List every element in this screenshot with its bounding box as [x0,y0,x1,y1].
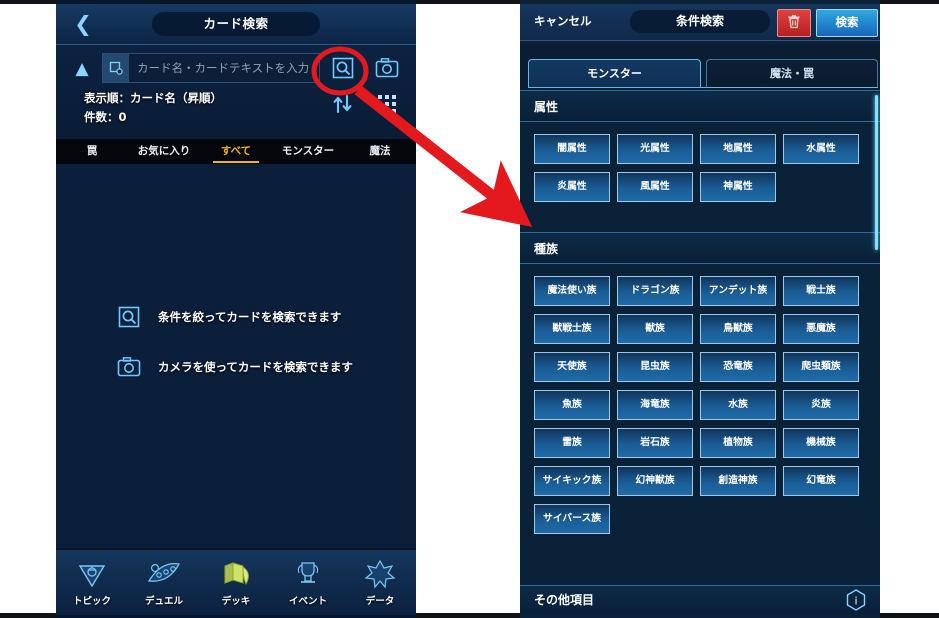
tab-trap[interactable]: 罠 [56,139,128,164]
type-chip-10[interactable]: 恐竜族 [700,352,776,382]
camera-icon[interactable] [372,53,402,83]
type-chip-14[interactable]: 水族 [700,390,776,420]
nav-item-topic[interactable]: トピック [56,550,128,615]
type-chip-6[interactable]: 鳥獣族 [700,314,776,344]
tab-all[interactable]: すべて [200,139,272,164]
tab-favorite[interactable]: お気に入り [128,139,200,164]
section-header-type: 種族 [520,232,880,264]
section-header-attribute: 属性 [520,90,880,122]
topic-icon [77,558,107,590]
attribute-chip-3[interactable]: 水属性 [783,134,859,164]
nav-label-topic: トピック [72,596,111,607]
search-meta: 表示順：カード名（昇順） 件数：0 [84,89,222,127]
right-phone-panel: キャンセル 条件検索 検索 モンスター 魔法・罠 属性 闇属性 光属性 地属性 水属性… [520,0,880,618]
type-chip-19[interactable]: 機械族 [783,428,859,458]
nav-label-data: データ [365,596,395,607]
hint-filter-search: 条件を絞ってカードを検索できます [116,304,341,330]
type-chip-17[interactable]: 岩石族 [617,428,693,458]
attribute-chip-4[interactable]: 炎属性 [534,172,610,202]
attribute-chip-2[interactable]: 地属性 [700,134,776,164]
back-chevron-icon[interactable]: ❮ [72,13,94,35]
empty-results-area: 条件を絞ってカードを検索できます カメラを使ってカードを検索できます [56,164,416,548]
type-chip-24[interactable]: サイバース族 [534,504,610,534]
tab-monster[interactable]: モンスター [272,139,344,164]
attribute-chip-5[interactable]: 風属性 [617,172,693,202]
nav-item-duel[interactable]: デュエル [128,550,200,615]
nav-item-event[interactable]: イベント [272,550,344,615]
left-titlebar: ❮ カード検索 [56,4,416,45]
type-chip-11[interactable]: 爬虫類族 [783,352,859,382]
cancel-button[interactable]: キャンセル [534,13,592,29]
camera-icon [116,354,142,380]
type-chip-0[interactable]: 魔法使い族 [534,276,610,306]
deck-icon [219,558,253,590]
conditions-scroll-area[interactable]: 属性 闇属性 光属性 地属性 水属性炎属性 風属性 神属性 種族 魔法使い族 ドラゴン族 アン… [520,90,880,585]
search-input-placeholder: カード名・カードテキストを入力 [137,61,310,75]
search-input[interactable]: カード名・カードテキストを入力 [102,53,320,83]
type-chip-8[interactable]: 天使族 [534,352,610,382]
condition-search-title: 条件検索 [630,10,770,33]
sort-updown-icon[interactable] [328,89,358,119]
type-chip-3[interactable]: 戦士族 [783,276,859,306]
nav-item-data[interactable]: データ [344,550,416,615]
duel-icon [147,558,181,590]
tab-spell-trap[interactable]: 魔法・罠 [706,59,878,88]
type-chip-16[interactable]: 雷族 [534,428,610,458]
search-filter-icon [116,304,142,330]
left-phone-panel: ❮ カード検索 ▲ カード名・カードテキストを入力 表示順：カード名（昇順） 件… [56,0,416,618]
type-chip-5[interactable]: 獣族 [617,314,693,344]
svg-text:i: i [854,595,857,608]
type-chip-13[interactable]: 海竜族 [617,390,693,420]
sort-order-label: 表示順：カード名（昇順） [84,91,222,105]
result-count-label: 件数：0 [84,110,127,124]
type-chip-12[interactable]: 魚族 [534,390,610,420]
tab-monster[interactable]: モンスター [528,59,701,88]
attribute-chip-6[interactable]: 神属性 [700,172,776,202]
card-type-tab-bar: モンスター 魔法・罠 [520,41,880,89]
attribute-chip-1[interactable]: 光属性 [617,134,693,164]
hint-camera-search: カメラを使ってカードを検索できます [116,354,353,380]
bottom-navigation-bar: トピック デュエル デッキ イベント データ [56,548,416,615]
tab-underline [528,87,878,88]
grid-view-icon[interactable] [372,89,402,119]
filter-tab-bar: 罠 お気に入り すべて モンスター 魔法 [56,139,416,164]
collapse-chevron-up-icon[interactable]: ▲ [70,59,94,79]
trash-button[interactable] [777,9,811,37]
type-chip-21[interactable]: 幻神獣族 [617,466,693,496]
type-chip-15[interactable]: 炎族 [783,390,859,420]
data-icon [364,558,396,590]
other-items-footer[interactable]: その他項目 i [520,585,880,614]
info-icon[interactable]: i [844,588,868,612]
type-chip-7[interactable]: 悪魔族 [783,314,859,344]
nav-item-deck[interactable]: デッキ [200,550,272,615]
type-chip-9[interactable]: 昆虫族 [617,352,693,382]
vertical-scrollbar[interactable] [875,95,878,250]
nav-label-event: イベント [288,596,327,607]
type-chip-23[interactable]: 幻竜族 [783,466,859,496]
hint-camera-label: カメラを使ってカードを検索できます [158,360,353,374]
attribute-chip-0[interactable]: 闇属性 [534,134,610,164]
type-chip-1[interactable]: ドラゴン族 [617,276,693,306]
attribute-option-grid: 闇属性 光属性 地属性 水属性炎属性 風属性 神属性 [520,122,880,202]
page-title: カード検索 [152,12,320,36]
card-text-icon [103,54,129,82]
condition-search-titlebar: キャンセル 条件検索 検索 [520,4,880,41]
search-icon[interactable] [328,53,358,83]
type-chip-18[interactable]: 植物族 [700,428,776,458]
nav-label-duel: デュエル [144,596,183,607]
event-trophy-icon [292,558,324,590]
type-chip-2[interactable]: アンデット族 [700,276,776,306]
search-zone: ▲ カード名・カードテキストを入力 表示順：カード名（昇順） 件数：0 [56,45,416,140]
trash-icon [787,13,801,33]
tab-spell[interactable]: 魔法 [344,139,416,164]
execute-search-button[interactable]: 検索 [816,9,878,37]
type-chip-20[interactable]: サイキック族 [534,466,610,496]
nav-label-deck: デッキ [221,596,251,607]
type-chip-4[interactable]: 獣戦士族 [534,314,610,344]
hint-filter-label: 条件を絞ってカードを検索できます [158,310,342,324]
other-items-label: その他項目 [534,593,595,607]
type-option-grid: 魔法使い族 ドラゴン族 アンデット族 戦士族獣戦士族 獣族 鳥獣族 悪魔族天使族 昆虫族 恐竜族… [520,264,880,534]
type-chip-22[interactable]: 創造神族 [700,466,776,496]
